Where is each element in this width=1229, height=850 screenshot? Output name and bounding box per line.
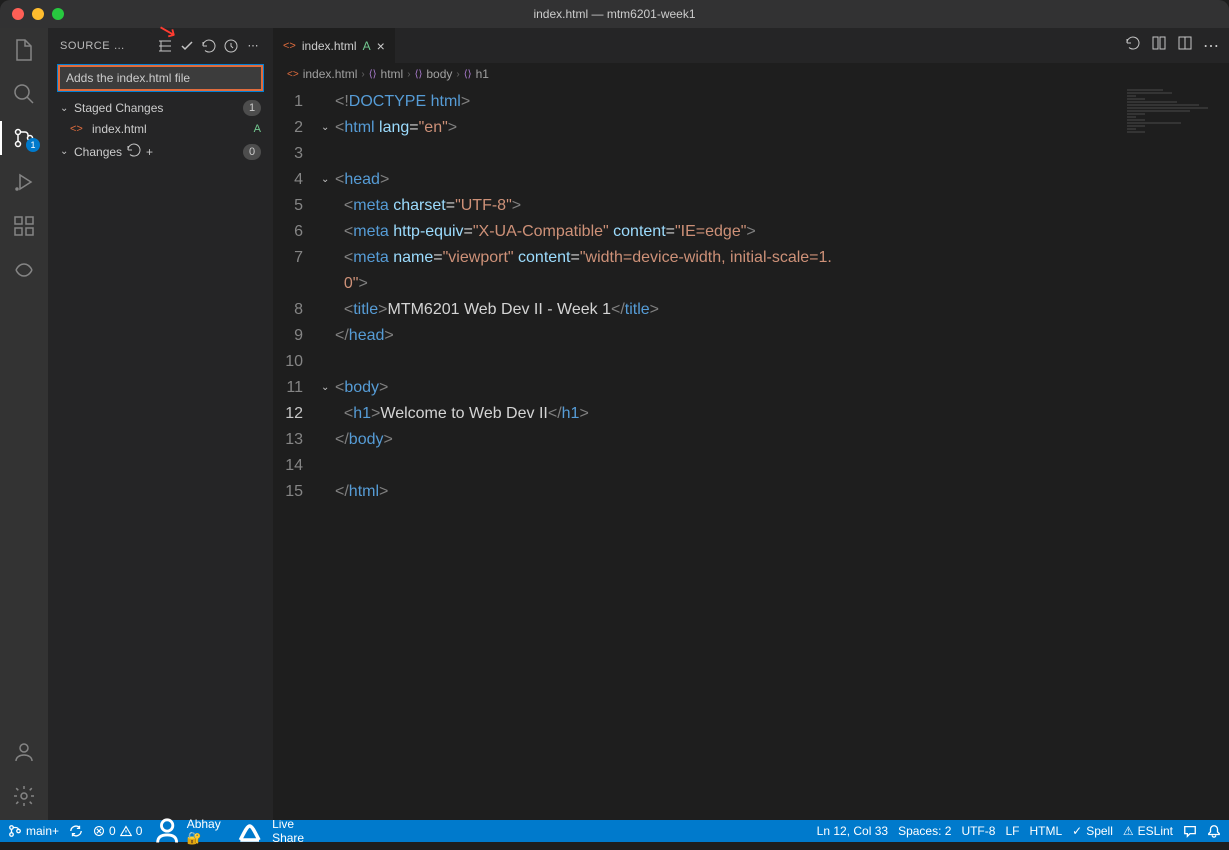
user-indicator[interactable]: Abhay 🔐 xyxy=(152,816,220,846)
tab-bar: <> index.html A × ⋯ xyxy=(273,28,1229,63)
indentation[interactable]: Spaces: 2 xyxy=(898,824,951,838)
commit-message-box xyxy=(58,65,263,91)
eslint-status[interactable]: ⚠ ESLint xyxy=(1123,824,1173,838)
sidebar-title: SOURCE … xyxy=(60,40,151,52)
minimap[interactable] xyxy=(1125,88,1215,168)
diff-icon[interactable] xyxy=(1151,35,1167,56)
code-editor[interactable]: 1<!DOCTYPE html> 2⌄<html lang="en"> 3 4⌄… xyxy=(273,85,1229,820)
chevron-right-icon: › xyxy=(361,69,364,80)
more-icon[interactable]: ⋯ xyxy=(245,38,261,54)
fold-icon[interactable]: ⌄ xyxy=(321,115,335,141)
window-controls[interactable] xyxy=(12,8,64,20)
tab-index-html[interactable]: <> index.html A × xyxy=(273,28,396,63)
encoding[interactable]: UTF-8 xyxy=(961,824,995,838)
refresh-icon[interactable] xyxy=(201,38,217,54)
maximize-window-icon[interactable] xyxy=(52,8,64,20)
file-icon: <> xyxy=(287,69,299,80)
fold-icon[interactable]: ⌄ xyxy=(321,375,335,401)
more-actions-icon[interactable]: ⋯ xyxy=(1203,36,1219,56)
titlebar: index.html — mtm6201-week1 xyxy=(0,0,1229,28)
file-status: A xyxy=(254,123,261,135)
staged-file-row[interactable]: <> index.html A xyxy=(48,119,273,139)
extensions-icon[interactable] xyxy=(12,214,36,238)
sync-icon[interactable] xyxy=(69,824,83,838)
history-icon[interactable] xyxy=(1125,35,1141,56)
crumb-html[interactable]: html xyxy=(381,67,404,81)
eol[interactable]: LF xyxy=(1005,824,1019,838)
staged-changes-section[interactable]: ⌄ Staged Changes 1 xyxy=(48,97,273,119)
stage-all-icon[interactable]: + xyxy=(146,145,162,159)
file-icon: <> xyxy=(283,40,296,52)
breadcrumbs[interactable]: <> index.html › ⟨⟩ html › ⟨⟩ body › ⟨⟩ h… xyxy=(273,63,1229,85)
bracket-icon: ⟨⟩ xyxy=(369,69,377,80)
commit-message-input[interactable] xyxy=(58,65,263,91)
chevron-down-icon: ⌄ xyxy=(60,103,74,114)
branch-indicator[interactable]: main+ xyxy=(8,824,59,838)
minimize-window-icon[interactable] xyxy=(32,8,44,20)
sidebar-header: SOURCE … ⋯ xyxy=(48,28,273,63)
source-control-sidebar: SOURCE … ⋯ ⌄ Staged Changes 1 <> index.h… xyxy=(48,28,273,820)
window-title: index.html — mtm6201-week1 xyxy=(533,7,695,21)
tab-label: index.html xyxy=(302,39,357,53)
remote-icon[interactable] xyxy=(12,258,36,282)
crumb-file[interactable]: index.html xyxy=(303,67,358,81)
changes-section[interactable]: ⌄ Changes + 0 xyxy=(48,139,273,164)
settings-gear-icon[interactable] xyxy=(12,784,36,808)
chevron-right-icon: › xyxy=(407,69,410,80)
activity-bar: 1 xyxy=(0,28,48,820)
bracket-icon: ⟨⟩ xyxy=(415,69,423,80)
file-name: index.html xyxy=(92,122,147,136)
discard-icon[interactable] xyxy=(126,142,142,161)
language-mode[interactable]: HTML xyxy=(1029,824,1062,838)
notifications-icon[interactable] xyxy=(1207,824,1221,838)
file-icon: <> xyxy=(70,123,86,135)
bracket-icon: ⟨⟩ xyxy=(464,69,472,80)
chevron-down-icon: ⌄ xyxy=(60,146,74,157)
editor-actions: ⋯ xyxy=(1125,28,1229,63)
account-icon[interactable] xyxy=(12,740,36,764)
close-window-icon[interactable] xyxy=(12,8,24,20)
cursor-position[interactable]: Ln 12, Col 33 xyxy=(817,824,888,838)
changes-count: 0 xyxy=(243,144,261,160)
editor-area: <> index.html A × ⋯ <> index.html › ⟨⟩ h… xyxy=(273,28,1229,820)
search-icon[interactable] xyxy=(12,82,36,106)
spell-check[interactable]: ✓ Spell xyxy=(1072,824,1113,838)
fold-icon[interactable]: ⌄ xyxy=(321,167,335,193)
crumb-body[interactable]: body xyxy=(426,67,452,81)
staged-count: 1 xyxy=(243,100,261,116)
run-debug-icon[interactable] xyxy=(12,170,36,194)
section-label: Changes xyxy=(74,145,122,159)
commit-check-icon[interactable] xyxy=(179,38,195,54)
problems-indicator[interactable]: 0 0 xyxy=(93,824,142,838)
source-control-icon[interactable]: 1 xyxy=(12,126,36,150)
status-bar: main+ 0 0 Abhay 🔐 Live Share Ln 12, Col … xyxy=(0,820,1229,842)
explorer-icon[interactable] xyxy=(12,38,36,62)
view-as-tree-icon[interactable] xyxy=(157,38,173,54)
history-icon[interactable] xyxy=(223,38,239,54)
close-tab-icon[interactable]: × xyxy=(377,38,385,54)
section-label: Staged Changes xyxy=(74,101,163,115)
tab-modified: A xyxy=(363,39,371,53)
scm-badge: 1 xyxy=(26,138,40,152)
split-icon[interactable] xyxy=(1177,35,1193,56)
crumb-h1[interactable]: h1 xyxy=(476,67,489,81)
chevron-right-icon: › xyxy=(456,69,459,80)
feedback-icon[interactable] xyxy=(1183,824,1197,838)
